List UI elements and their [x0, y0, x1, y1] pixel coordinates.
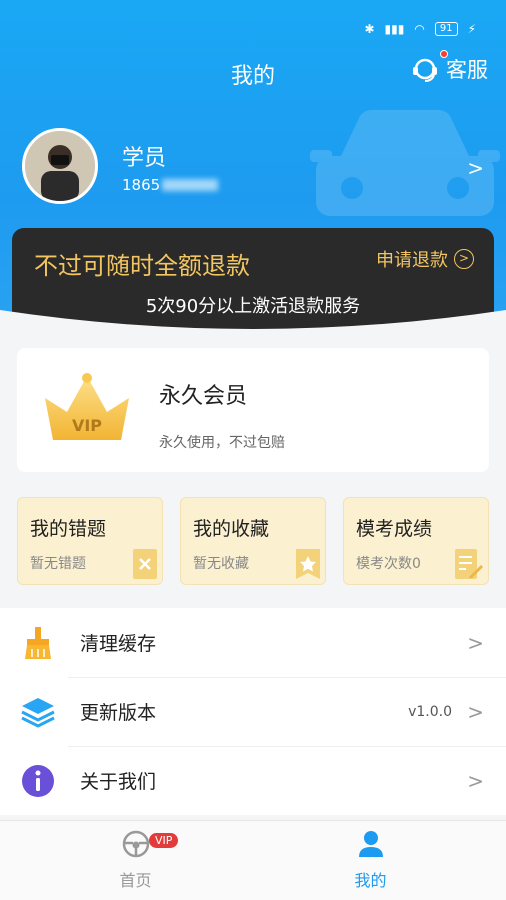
quick-card-subtitle: 模考次数0: [356, 556, 421, 572]
vip-title: 永久会员: [159, 384, 248, 409]
status-bar: ✱ ▮▮▮ ◠ 91 ⚡: [364, 0, 506, 44]
bluetooth-icon: ✱: [364, 22, 375, 36]
header-wave-divider: [0, 310, 506, 340]
quick-card-favorites[interactable]: 我的收藏 暂无收藏: [180, 497, 326, 585]
apply-refund-label: 申请退款: [376, 250, 448, 271]
version-value: v1.0.0: [408, 703, 452, 720]
avatar[interactable]: [22, 128, 98, 204]
tab-mine[interactable]: 我的: [244, 829, 497, 891]
vip-crown-text: VIP: [72, 416, 102, 435]
star-bookmark-icon: [296, 549, 320, 579]
phone-redaction: [162, 179, 219, 191]
apply-refund-button[interactable]: 申请退款 >: [376, 246, 474, 272]
tab-mine-label: 我的: [354, 871, 387, 890]
refund-title: 不过可随时全额退款: [34, 252, 250, 280]
profile-chevron-icon[interactable]: >: [467, 156, 484, 180]
user-name: 学员: [122, 146, 167, 171]
notification-dot: [440, 50, 448, 58]
exam-edit-icon: [455, 549, 483, 579]
menu-item-about-us[interactable]: 关于我们 >: [0, 746, 506, 815]
circle-arrow-icon: >: [454, 249, 474, 269]
user-profile-icon: [358, 831, 383, 857]
tab-home[interactable]: 首页 VIP: [9, 829, 262, 891]
wrong-book-icon: [133, 549, 157, 579]
vip-subtitle: 永久使用，不过包赔: [159, 435, 285, 451]
menu-item-update-version[interactable]: 更新版本 v1.0.0 >: [0, 677, 506, 746]
vip-crown-icon: VIP: [45, 373, 129, 440]
chevron-right-icon: >: [467, 768, 484, 793]
quick-card-wrong-questions[interactable]: 我的错题 暂无错题: [17, 497, 163, 585]
broom-icon: [25, 627, 51, 659]
battery-indicator: 91: [434, 22, 458, 36]
quick-card-mock-exam-scores[interactable]: 模考成绩 模考次数0: [343, 497, 489, 585]
user-phone: 1865: [122, 176, 219, 194]
phone-prefix: 1865: [122, 176, 161, 194]
menu-item-label: 关于我们: [80, 771, 157, 793]
info-icon: [22, 765, 54, 797]
quick-card-title: 我的错题: [30, 518, 107, 540]
chevron-right-icon: >: [467, 699, 484, 724]
charging-icon: ⚡: [467, 22, 476, 36]
tab-home-label: 首页: [119, 871, 152, 890]
steering-wheel-icon: [122, 830, 149, 858]
headset-icon: [410, 50, 448, 84]
wifi-icon: ◠: [414, 22, 425, 36]
bottom-tab-bar: 首页 VIP 我的: [0, 820, 506, 900]
vip-badge: VIP: [149, 833, 179, 848]
quick-card-title: 模考成绩: [356, 518, 433, 540]
settings-menu: 清理缓存 > 更新版本 v1.0.0 > 关于我们 >: [0, 608, 506, 815]
quick-card-subtitle: 暂无错题: [30, 556, 86, 572]
customer-service-button[interactable]: 客服: [410, 50, 488, 84]
customer-service-label: 客服: [446, 58, 488, 82]
quick-card-title: 我的收藏: [193, 518, 270, 540]
quick-card-subtitle: 暂无收藏: [193, 556, 249, 572]
menu-item-label: 清理缓存: [80, 633, 157, 655]
signal-icon: ▮▮▮: [384, 22, 405, 36]
menu-item-label: 更新版本: [80, 702, 157, 724]
vip-membership-card[interactable]: VIP 永久会员 永久使用，不过包赔: [17, 348, 489, 472]
menu-item-clear-cache[interactable]: 清理缓存 >: [0, 608, 506, 677]
layers-icon: [21, 698, 55, 728]
chevron-right-icon: >: [467, 630, 484, 655]
